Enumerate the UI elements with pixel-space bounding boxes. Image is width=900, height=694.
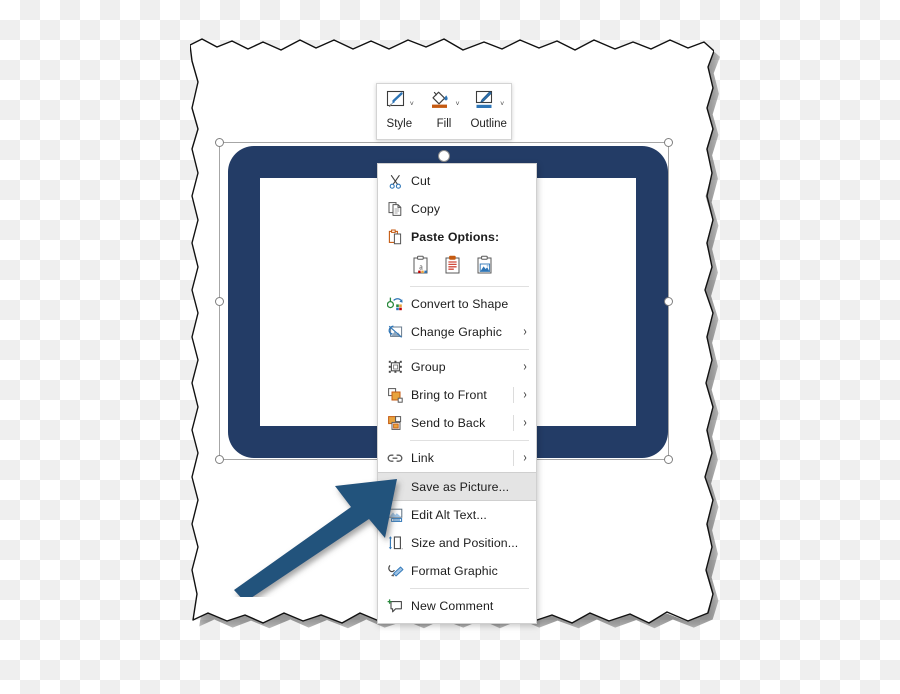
convert-to-shape-icon	[384, 295, 406, 313]
resize-handle-top-right[interactable]	[664, 138, 673, 147]
new-comment-icon	[384, 597, 406, 615]
menu-separator-1	[410, 286, 529, 287]
context-menu-item-copy[interactable]: Copy	[378, 195, 536, 223]
floating-mini-toolbar: ˅ Style ˅ Fill ˅ Outline	[376, 83, 512, 140]
send-to-back-divider	[513, 415, 514, 431]
context-menu-label-cut: Cut	[411, 174, 431, 188]
style-label: Style	[386, 118, 413, 130]
resize-handle-top-left[interactable]	[215, 138, 224, 147]
paste-options-row: a	[378, 251, 536, 283]
mini-toolbar-fill-button[interactable]: ˅ Fill	[422, 84, 467, 139]
context-menu-item-new-comment[interactable]: New Comment	[378, 592, 536, 620]
outline-label: Outline	[470, 118, 507, 130]
resize-handle-bottom-left[interactable]	[215, 455, 224, 464]
context-menu-label-link: Link	[411, 451, 434, 465]
clipboard-icon	[384, 228, 406, 246]
keep-source-formatting-paste-icon[interactable]	[444, 255, 463, 279]
mini-toolbar-style-button[interactable]: ˅ Style	[377, 84, 422, 139]
format-graphic-icon	[384, 562, 406, 580]
svg-text:a: a	[419, 263, 423, 272]
screenshot-stage: ˅ Style ˅ Fill ˅ Outline Cut Copy Paste …	[0, 0, 900, 694]
context-menu-label-format-graphic: Format Graphic	[411, 564, 498, 578]
context-menu-item-group[interactable]: Group ›	[378, 353, 536, 381]
fill-chevron-down-icon[interactable]: ˅	[455, 101, 459, 108]
bring-to-front-divider	[513, 387, 514, 403]
bring-to-front-submenu-chevron-icon: ›	[523, 388, 527, 402]
style-icon-row: ˅	[385, 89, 414, 115]
context-menu-item-format-graphic[interactable]: Format Graphic	[378, 557, 536, 585]
alt-text-image-icon	[384, 506, 406, 524]
rotation-handle[interactable]	[438, 150, 450, 162]
outline-icon-row: ˅	[473, 89, 504, 115]
paint-bucket-fill-icon	[428, 89, 454, 116]
keep-text-only-paste-icon[interactable]: a	[412, 255, 431, 279]
fill-label: Fill	[436, 118, 452, 130]
context-menu-item-paste-options: Paste Options:	[378, 223, 536, 251]
menu-separator-2	[410, 349, 529, 350]
context-menu-label-bring-to-front: Bring to Front	[411, 388, 487, 402]
shape-context-menu: Cut Copy Paste Options: a Convert to Sha…	[377, 163, 537, 624]
change-graphic-submenu-chevron-icon: ›	[523, 325, 527, 339]
context-menu-label-edit-alt-text: Edit Alt Text...	[411, 508, 487, 522]
pencil-outline-icon	[473, 89, 499, 116]
menu-separator-3	[410, 440, 529, 441]
context-menu-item-save-as-picture[interactable]: Save as Picture...	[378, 472, 536, 501]
resize-handle-middle-right[interactable]	[664, 297, 673, 306]
context-menu-item-bring-to-front[interactable]: Bring to Front ›	[378, 381, 536, 409]
context-menu-label-send-to-back: Send to Back	[411, 416, 486, 430]
context-menu-label-change-graphic: Change Graphic	[411, 325, 502, 339]
send-to-back-submenu-chevron-icon: ›	[523, 416, 527, 430]
context-menu-item-cut[interactable]: Cut	[378, 167, 536, 195]
link-divider	[513, 450, 514, 466]
context-menu-label-new-comment: New Comment	[411, 599, 494, 613]
context-menu-label-group: Group	[411, 360, 446, 374]
resize-handle-middle-left[interactable]	[215, 297, 224, 306]
change-graphic-icon	[384, 323, 406, 341]
resize-handle-bottom-right[interactable]	[664, 455, 673, 464]
bring-to-front-icon	[384, 386, 406, 404]
picture-paste-icon[interactable]	[476, 255, 495, 279]
scissors-icon	[384, 172, 406, 190]
context-menu-label-save-as-picture: Save as Picture...	[411, 479, 510, 494]
outline-chevron-down-icon[interactable]: ˅	[500, 101, 504, 108]
context-menu-label-size-and-position: Size and Position...	[411, 536, 519, 550]
context-menu-label-copy: Copy	[411, 202, 441, 216]
size-position-icon	[384, 534, 406, 552]
fill-icon-row: ˅	[428, 89, 460, 116]
send-to-back-icon	[384, 414, 406, 432]
context-menu-label-paste-options: Paste Options:	[411, 230, 500, 244]
copy-pages-icon	[384, 200, 406, 218]
style-chevron-down-icon[interactable]: ˅	[410, 101, 414, 108]
save-as-picture-icon-placeholder	[384, 478, 406, 496]
link-chain-icon	[384, 449, 406, 467]
mini-toolbar-outline-button[interactable]: ˅ Outline	[466, 84, 511, 139]
shape-style-brush-icon	[385, 89, 409, 116]
group-objects-icon	[384, 358, 406, 376]
context-menu-item-change-graphic[interactable]: Change Graphic ›	[378, 318, 536, 346]
context-menu-label-convert-to-shape: Convert to Shape	[411, 297, 509, 311]
context-menu-item-send-to-back[interactable]: Send to Back ›	[378, 409, 536, 437]
context-menu-item-convert-to-shape[interactable]: Convert to Shape	[378, 290, 536, 318]
group-submenu-chevron-icon: ›	[523, 360, 527, 374]
link-submenu-chevron-icon: ›	[523, 451, 527, 465]
context-menu-item-edit-alt-text[interactable]: Edit Alt Text...	[378, 501, 536, 529]
menu-separator-4	[410, 588, 529, 589]
context-menu-item-size-and-position[interactable]: Size and Position...	[378, 529, 536, 557]
context-menu-item-link[interactable]: Link ›	[378, 444, 536, 472]
